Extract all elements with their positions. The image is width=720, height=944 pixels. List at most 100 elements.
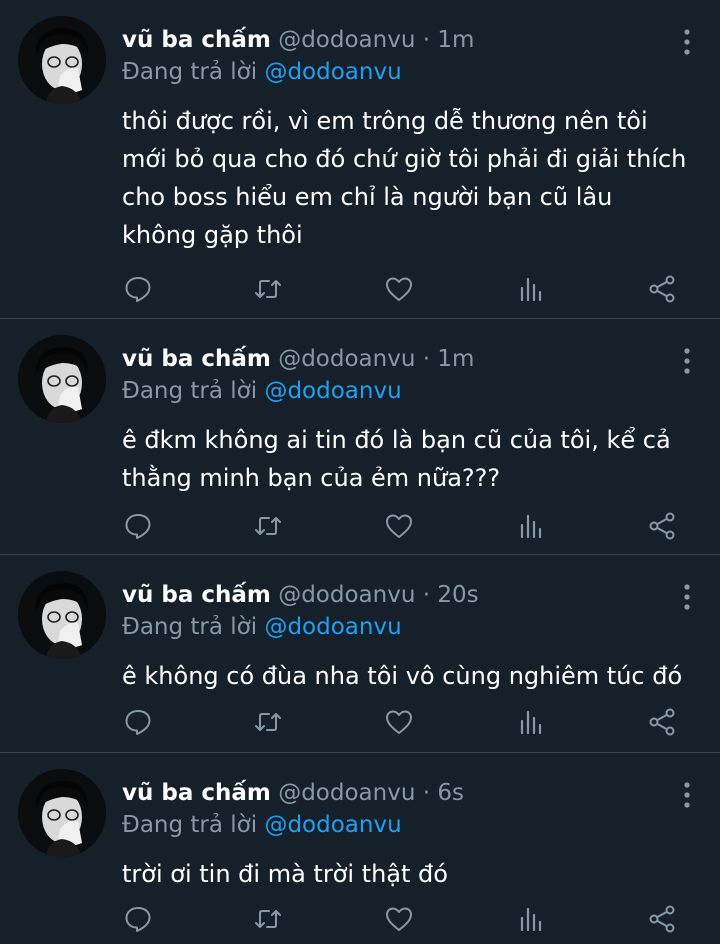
more-options-button[interactable]	[682, 781, 692, 809]
share-button[interactable]	[647, 707, 681, 737]
user-handle[interactable]: @dodoanvu	[278, 346, 415, 372]
tweet-content: vũ ba chấm @dodoanvu · 6s Đang trả lời @…	[122, 777, 700, 893]
tweet-header: vũ ba chấm @dodoanvu · 1m	[122, 24, 700, 56]
display-name[interactable]: vũ ba chấm	[122, 582, 271, 608]
tweet-actions	[122, 511, 692, 541]
reply-button[interactable]	[123, 274, 157, 304]
more-vertical-icon	[684, 29, 690, 55]
heart-icon	[386, 277, 412, 301]
replying-to-mention[interactable]: @dodoanvu	[264, 59, 401, 85]
share-button[interactable]	[647, 511, 681, 541]
replying-to: Đang trả lời @dodoanvu	[122, 611, 700, 643]
display-name[interactable]: vũ ba chấm	[122, 27, 271, 53]
tweet-actions	[122, 904, 692, 934]
display-name[interactable]: vũ ba chấm	[122, 346, 271, 372]
replying-to-mention[interactable]: @dodoanvu	[264, 614, 401, 640]
avatar[interactable]	[18, 571, 106, 659]
share-button[interactable]	[647, 274, 681, 304]
more-options-button[interactable]	[682, 583, 692, 611]
separator-dot: ·	[422, 346, 431, 372]
avatar[interactable]	[18, 335, 106, 423]
like-button[interactable]	[384, 511, 418, 541]
replying-to: Đang trả lời @dodoanvu	[122, 56, 700, 88]
like-button[interactable]	[384, 274, 418, 304]
replying-to: Đang trả lời @dodoanvu	[122, 809, 700, 841]
separator-dot: ·	[422, 780, 431, 806]
analytics-icon	[520, 514, 542, 539]
retweet-icon	[255, 280, 281, 298]
retweet-icon	[255, 517, 281, 535]
heart-icon	[386, 710, 412, 734]
display-name[interactable]: vũ ba chấm	[122, 780, 271, 806]
timestamp[interactable]: 20s	[437, 582, 478, 608]
replying-to-mention[interactable]: @dodoanvu	[264, 812, 401, 838]
tweet[interactable]: vũ ba chấm @dodoanvu · 1m Đang trả lời @…	[0, 319, 720, 555]
tweet-header: vũ ba chấm @dodoanvu · 6s	[122, 777, 700, 809]
tweet-header: vũ ba chấm @dodoanvu · 1m	[122, 343, 700, 375]
user-handle[interactable]: @dodoanvu	[278, 27, 415, 53]
tweet-text: ê không có đùa nha tôi vô cùng nghiêm tú…	[122, 662, 683, 690]
heart-icon	[386, 514, 412, 538]
tweet-actions	[122, 274, 692, 304]
tweet-text: ê đkm không ai tin đó là bạn cũ của tôi,…	[122, 426, 671, 492]
tweet[interactable]: vũ ba chấm @dodoanvu · 6s Đang trả lời @…	[0, 753, 720, 944]
more-options-button[interactable]	[682, 28, 692, 56]
retweet-icon	[255, 910, 281, 928]
tweet[interactable]: vũ ba chấm @dodoanvu · 1m Đang trả lời @…	[0, 0, 720, 319]
tweet-text: trời ơi tin đi mà trời thật đó	[122, 860, 448, 888]
reply-icon	[125, 710, 151, 735]
like-button[interactable]	[384, 904, 418, 934]
reply-button[interactable]	[123, 511, 157, 541]
avatar[interactable]	[18, 769, 106, 857]
avatar-image	[18, 16, 106, 104]
share-button[interactable]	[647, 904, 681, 934]
retweet-button[interactable]	[253, 707, 287, 737]
replying-to-label: Đang trả lời	[122, 614, 258, 640]
avatar-image	[18, 335, 106, 423]
more-vertical-icon	[684, 348, 690, 374]
more-vertical-icon	[684, 782, 690, 808]
tweet-header: vũ ba chấm @dodoanvu · 20s	[122, 579, 700, 611]
timeline: vũ ba chấm @dodoanvu · 1m Đang trả lời @…	[0, 0, 720, 944]
analytics-button[interactable]	[515, 707, 549, 737]
replying-to-label: Đang trả lời	[122, 812, 258, 838]
timestamp[interactable]: 6s	[437, 780, 464, 806]
replying-to-mention[interactable]: @dodoanvu	[264, 378, 401, 404]
retweet-button[interactable]	[253, 511, 287, 541]
like-button[interactable]	[384, 707, 418, 737]
reply-button[interactable]	[123, 707, 157, 737]
separator-dot: ·	[422, 582, 431, 608]
analytics-button[interactable]	[515, 274, 549, 304]
more-options-button[interactable]	[682, 347, 692, 375]
share-icon	[649, 905, 675, 933]
tweet-content: vũ ba chấm @dodoanvu · 20s Đang trả lời …	[122, 579, 700, 695]
analytics-icon	[520, 907, 542, 932]
share-icon	[649, 708, 675, 736]
user-handle[interactable]: @dodoanvu	[278, 582, 415, 608]
avatar[interactable]	[18, 16, 106, 104]
retweet-icon	[255, 713, 281, 731]
more-vertical-icon	[684, 584, 690, 610]
separator-dot: ·	[422, 27, 431, 53]
tweet-content: vũ ba chấm @dodoanvu · 1m Đang trả lời @…	[122, 24, 700, 254]
share-icon	[649, 512, 675, 540]
user-handle[interactable]: @dodoanvu	[278, 780, 415, 806]
tweet-text: thôi được rồi, vì em trông dễ thương nên…	[122, 107, 687, 249]
tweet-content: vũ ba chấm @dodoanvu · 1m Đang trả lời @…	[122, 343, 700, 497]
timestamp[interactable]: 1m	[437, 346, 474, 372]
replying-to: Đang trả lời @dodoanvu	[122, 375, 700, 407]
tweet-actions	[122, 707, 692, 737]
reply-button[interactable]	[123, 904, 157, 934]
tweet[interactable]: vũ ba chấm @dodoanvu · 20s Đang trả lời …	[0, 555, 720, 753]
retweet-button[interactable]	[253, 904, 287, 934]
retweet-button[interactable]	[253, 274, 287, 304]
analytics-icon	[520, 710, 542, 735]
replying-to-label: Đang trả lời	[122, 378, 258, 404]
timestamp[interactable]: 1m	[437, 27, 474, 53]
analytics-button[interactable]	[515, 511, 549, 541]
avatar-image	[18, 769, 106, 857]
analytics-button[interactable]	[515, 904, 549, 934]
share-icon	[649, 275, 675, 303]
avatar-image	[18, 571, 106, 659]
replying-to-label: Đang trả lời	[122, 59, 258, 85]
